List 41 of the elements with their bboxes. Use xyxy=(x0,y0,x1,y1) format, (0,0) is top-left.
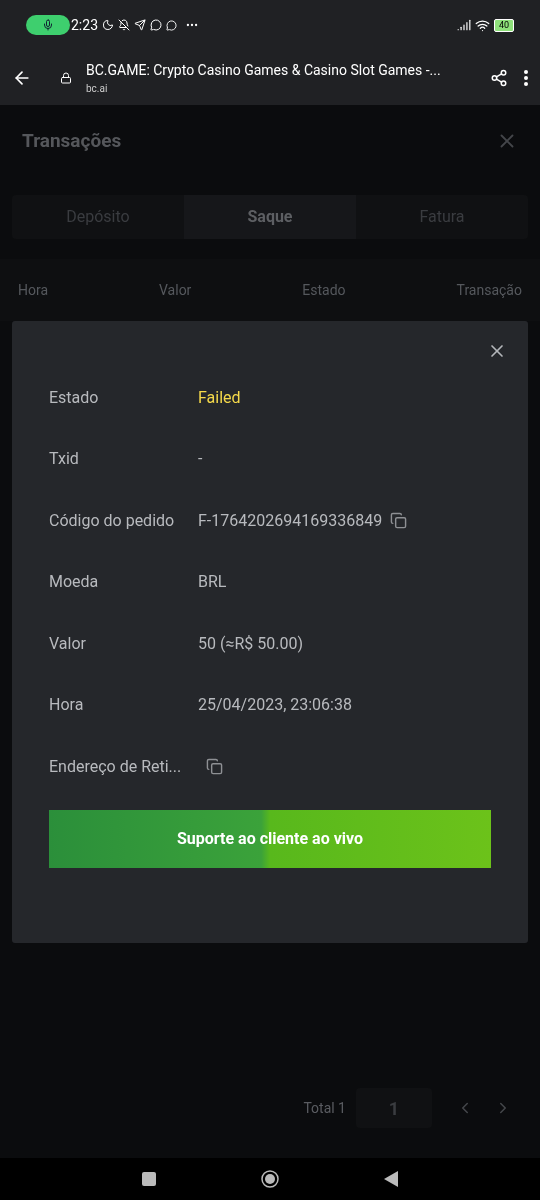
detail-value: 25/04/2023, 23:06:38 xyxy=(198,694,352,717)
copy-button[interactable] xyxy=(206,758,223,776)
detail-label: Estado xyxy=(49,386,100,409)
battery-icon: 40 xyxy=(493,18,514,32)
share-button[interactable] xyxy=(490,68,508,87)
clock: 2:23 xyxy=(71,15,98,35)
total-count: Total 1 xyxy=(303,1098,346,1118)
lock-icon xyxy=(60,71,72,84)
detail-value: F-1764202694169336849 xyxy=(198,509,383,532)
detail-value: BRL xyxy=(198,571,227,594)
detail-label: Hora xyxy=(49,694,85,717)
signal-icon xyxy=(456,18,471,32)
wifi-icon xyxy=(474,17,490,33)
page-url: bc.ai xyxy=(86,81,109,96)
column-header: Valor xyxy=(159,280,192,300)
menu-button[interactable] xyxy=(524,69,528,86)
bubble-icon xyxy=(166,19,177,31)
support-button[interactable]: Suporte ao cliente ao vivo xyxy=(49,809,491,868)
tab[interactable]: Saque xyxy=(184,195,356,239)
column-header: Transação xyxy=(456,280,522,300)
column-header: Estado xyxy=(302,280,346,300)
detail-label: Valor xyxy=(49,632,87,655)
home-button[interactable] xyxy=(261,1170,279,1188)
back-nav-button[interactable] xyxy=(384,1171,398,1187)
microphone-icon xyxy=(42,19,54,31)
detail-label: Endereço de Reti... xyxy=(49,755,183,778)
copy-button[interactable] xyxy=(390,512,408,530)
detail-label: Txid xyxy=(49,448,80,471)
moon-icon xyxy=(102,19,114,31)
chat-icon xyxy=(150,19,162,31)
bell-off-icon xyxy=(118,19,130,31)
column-header: Hora xyxy=(18,280,49,300)
more-icon xyxy=(524,69,528,86)
detail-label: Moeda xyxy=(49,571,100,594)
detail-value: - xyxy=(198,448,203,471)
detail-label: Código do pedido xyxy=(49,509,176,532)
transactions-title: Transações xyxy=(22,127,122,154)
send-icon xyxy=(134,19,146,31)
page-title: BC.GAME: Crypto Casino Games & Casino Slot Games -... xyxy=(86,60,442,80)
detail-value: Failed xyxy=(198,386,241,409)
detail-value: 50 (≈R$ 50.00) xyxy=(198,632,304,655)
